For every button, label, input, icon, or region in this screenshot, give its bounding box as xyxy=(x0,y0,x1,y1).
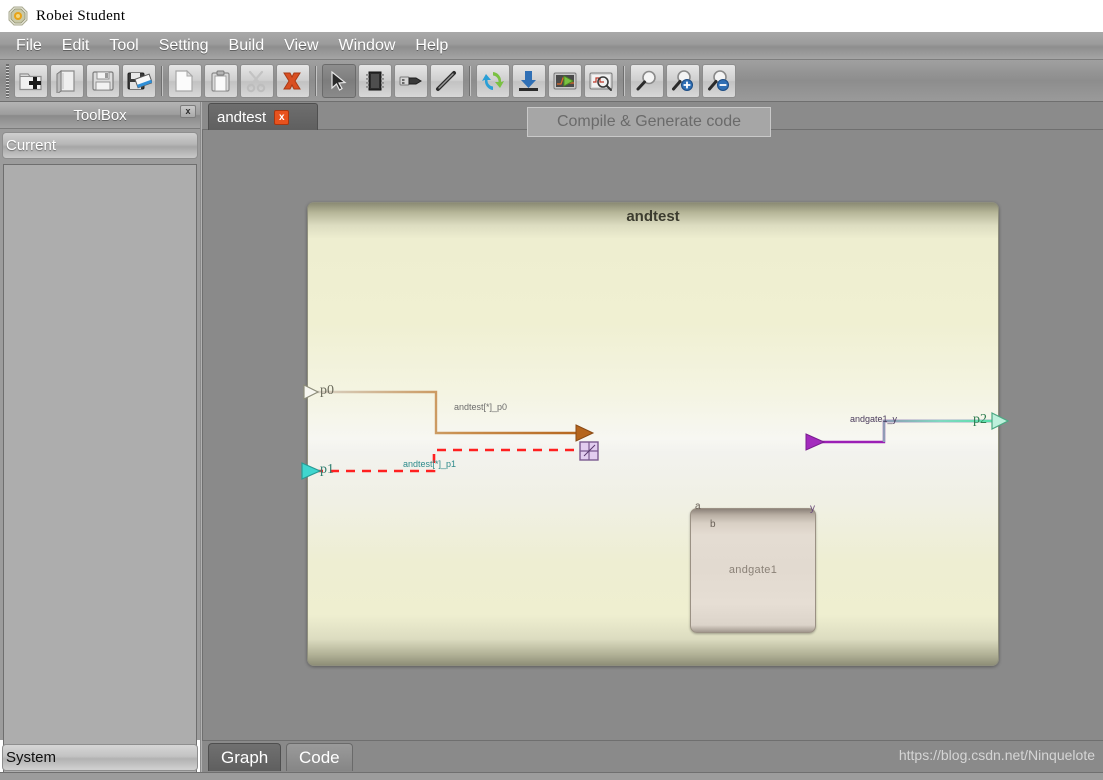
magnifier-icon xyxy=(636,70,656,90)
external-port-p2-icon[interactable] xyxy=(991,412,1010,430)
port-b-selection-handle[interactable] xyxy=(579,441,599,461)
cursor-arrow-icon xyxy=(331,70,347,91)
menu-item-setting[interactable]: Setting xyxy=(149,35,219,57)
module-tool-button[interactable] xyxy=(358,63,392,98)
open-book-icon xyxy=(56,69,75,93)
save-as-button[interactable] xyxy=(122,63,156,98)
document-tab-label: andtest xyxy=(217,109,267,126)
pencil-wire-icon xyxy=(436,70,456,91)
toolbox-section-current-label: Current xyxy=(6,137,57,154)
paste-button[interactable] xyxy=(204,63,238,98)
block-port-label-b: b xyxy=(710,519,716,530)
wire-tool-button[interactable] xyxy=(430,63,464,98)
external-port-label-p2: p2 xyxy=(973,412,987,427)
menu-item-file[interactable]: File xyxy=(6,35,52,57)
toolbox-panel: ToolBox x Current xyxy=(0,102,200,774)
toolbar-drag-handle[interactable] xyxy=(4,63,11,98)
toolbar-separator xyxy=(469,65,471,96)
open-module-button[interactable] xyxy=(50,63,84,98)
floppy-save-as-icon xyxy=(127,72,152,89)
external-port-label-p0: p0 xyxy=(320,383,334,398)
wire-label-y: andgate1_y xyxy=(850,414,898,424)
view-tab-graph[interactable]: Graph xyxy=(208,743,282,771)
menu-item-edit[interactable]: Edit xyxy=(52,35,100,57)
toolbox-section-current[interactable]: Current xyxy=(2,132,198,159)
magnifier-minus-icon xyxy=(708,69,729,91)
external-port-label-p1: p1 xyxy=(320,462,334,477)
watermark-text: https://blog.csdn.net/Ninquelote xyxy=(898,747,1095,763)
download-arrow-icon xyxy=(519,70,538,91)
magnifier-plus-icon xyxy=(672,69,693,91)
block-port-label-y: y xyxy=(810,503,815,514)
scissors-icon xyxy=(246,70,266,92)
wire-label-p0: andtest[*]_p0 xyxy=(454,402,508,412)
system-status-bar[interactable]: System xyxy=(2,744,198,771)
floppy-save-icon xyxy=(92,70,114,91)
menu-item-view[interactable]: View xyxy=(274,35,328,57)
diagram-canvas[interactable]: andtest andgate1 a b y p0 p1 p2 andtest[… xyxy=(202,130,1103,740)
compile-generate-button[interactable] xyxy=(476,63,510,98)
port-tool-button[interactable] xyxy=(394,63,428,98)
wire-layer xyxy=(301,384,1010,480)
app-title: Robei Student xyxy=(36,7,126,24)
save-button[interactable] xyxy=(86,63,120,98)
menu-item-tool[interactable]: Tool xyxy=(99,35,148,57)
title-bar: Robei Student xyxy=(0,0,1103,32)
menu-bar: File Edit Tool Setting Build View Window… xyxy=(0,32,1103,60)
toolbar-separator xyxy=(623,65,625,96)
module-andtest[interactable]: andtest andgate1 a b y p0 p1 p2 andtest[… xyxy=(301,202,1010,666)
toolbar-separator xyxy=(315,65,317,96)
external-port-p0-icon[interactable] xyxy=(303,384,320,400)
waveform-button[interactable] xyxy=(584,63,618,98)
chip-icon xyxy=(366,71,384,90)
toolbox-item-list[interactable] xyxy=(3,164,197,774)
wire-y-p2-purple[interactable] xyxy=(820,419,996,444)
block-port-label-a: a xyxy=(695,501,701,512)
folder-add-icon xyxy=(19,72,42,90)
wire-p0-a[interactable] xyxy=(314,390,581,435)
simulate-button[interactable] xyxy=(548,63,582,98)
download-button[interactable] xyxy=(512,63,546,98)
menu-item-help[interactable]: Help xyxy=(405,35,458,57)
view-tab-code[interactable]: Code xyxy=(286,743,353,771)
usb-plug-icon xyxy=(399,76,422,85)
document-tab-andtest[interactable]: andtest x xyxy=(208,103,318,131)
toolbar-separator xyxy=(161,65,163,96)
delete-button[interactable] xyxy=(276,63,310,98)
system-status-label: System xyxy=(6,749,57,766)
inspect-screen-icon xyxy=(589,72,613,91)
sub-module-andgate1[interactable]: andgate1 a b y xyxy=(690,501,816,633)
zoom-fit-button[interactable] xyxy=(630,63,664,98)
clipboard-icon xyxy=(211,70,230,92)
refresh-cycle-icon xyxy=(482,71,504,90)
toolbox-title: ToolBox xyxy=(73,106,127,124)
document-tab-close-icon[interactable]: x xyxy=(274,110,290,125)
robei-hexagon-logo-icon xyxy=(8,6,28,26)
select-tool-button[interactable] xyxy=(322,63,356,98)
copy-button[interactable] xyxy=(168,63,202,98)
toolbox-header: ToolBox x xyxy=(0,102,200,129)
sub-module-andgate1-label: andgate1 xyxy=(728,564,778,576)
red-x-icon xyxy=(283,72,301,89)
wire-label-p1: andtest[*]_p1 xyxy=(403,459,457,469)
toolbar xyxy=(0,60,1103,102)
compile-tooltip: Compile & Generate code xyxy=(527,107,771,137)
zoom-out-button[interactable] xyxy=(702,63,736,98)
bottom-bar: Graph Code https://blog.csdn.net/Ninquel… xyxy=(202,740,1103,772)
copy-page-icon xyxy=(175,69,194,92)
external-port-p1-icon[interactable] xyxy=(301,462,322,480)
port-a-arrow-icon xyxy=(575,424,595,442)
menu-item-window[interactable]: Window xyxy=(329,35,406,57)
window-bottom-edge xyxy=(0,772,1103,780)
cut-button[interactable] xyxy=(240,63,274,98)
port-y-arrow-icon xyxy=(805,433,826,451)
zoom-in-button[interactable] xyxy=(666,63,700,98)
toolbox-close-button[interactable]: x xyxy=(180,105,196,118)
play-screen-icon xyxy=(553,72,577,89)
menu-item-build[interactable]: Build xyxy=(219,35,275,57)
new-project-button[interactable] xyxy=(14,63,48,98)
